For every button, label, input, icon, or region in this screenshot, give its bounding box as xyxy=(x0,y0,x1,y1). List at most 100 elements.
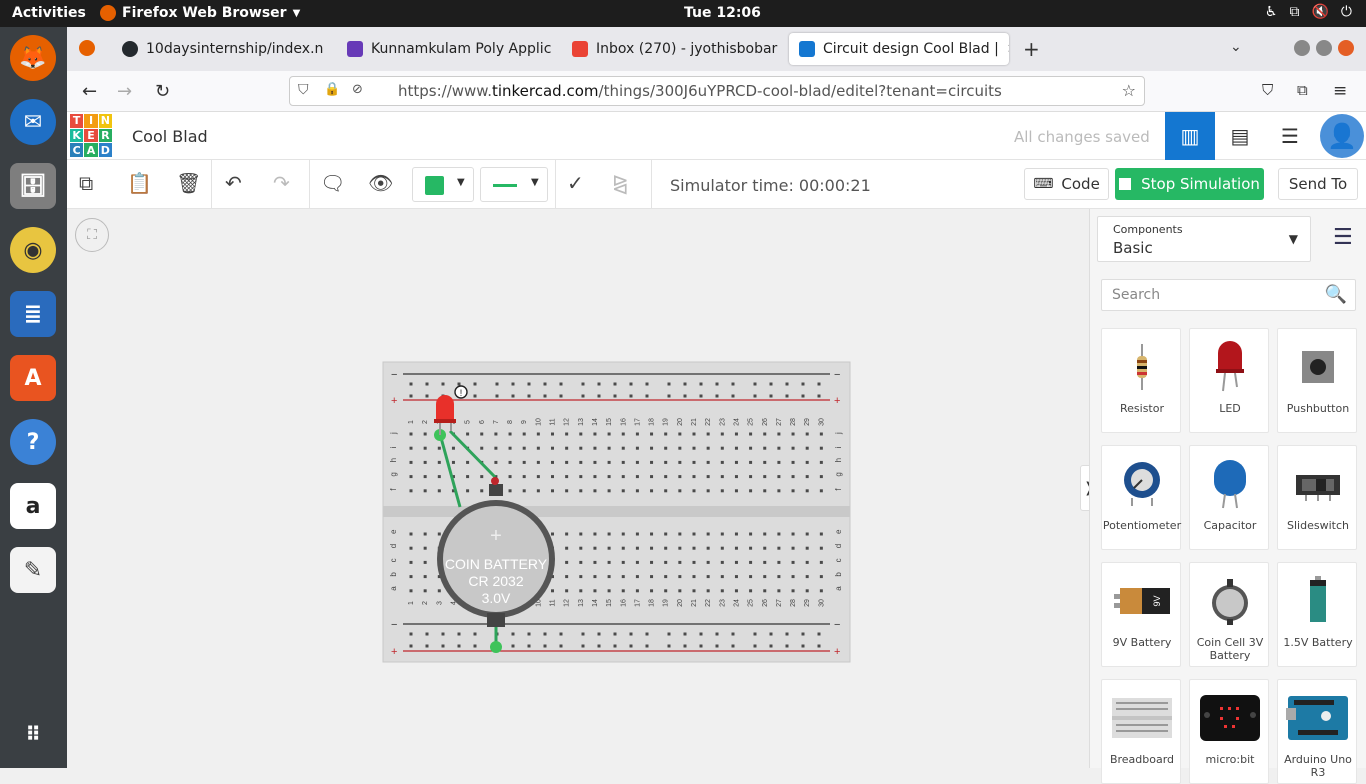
pocket-icon[interactable]: ⛉ xyxy=(1262,81,1273,99)
firefox-view-icon[interactable] xyxy=(79,40,95,56)
rail-hole xyxy=(559,382,563,386)
writer-dock-icon[interactable]: ≣ xyxy=(10,291,56,337)
duplicate-icon[interactable]: ⧉ xyxy=(79,171,93,195)
power-icon[interactable]: ⏻ xyxy=(1341,4,1352,20)
component-list-button[interactable]: ☰ xyxy=(1265,112,1315,160)
component-card[interactable]: LED xyxy=(1189,328,1269,433)
wire-type-picker[interactable]: ▼ xyxy=(480,167,548,202)
send-to-button[interactable]: Send To xyxy=(1278,168,1358,200)
breadboard-hole xyxy=(437,475,441,479)
tab-gmail[interactable]: Inbox (270) - jyothisbobar ✕ xyxy=(562,33,782,65)
new-tab-button[interactable]: + xyxy=(1023,37,1040,61)
project-name[interactable]: Cool Blad xyxy=(132,127,208,146)
component-card[interactable]: Potentiometer xyxy=(1101,445,1181,550)
back-button[interactable]: ← xyxy=(82,81,97,102)
workplane-canvas[interactable]: ⛶ −−++−−++112233445566778899101011111212… xyxy=(67,209,1089,768)
components-dropdown[interactable]: Components Basic ▼ xyxy=(1097,216,1311,262)
pushbutton-icon xyxy=(1278,337,1358,397)
undo-icon[interactable]: ↶ xyxy=(225,171,242,195)
circuit-view-button[interactable]: ▥ xyxy=(1165,112,1215,160)
delete-icon[interactable]: 🗑 xyxy=(176,171,201,195)
tinkercad-header: T I N K E R C A D Cool Blad All changes … xyxy=(67,112,1366,160)
schematic-view-button[interactable]: ▤ xyxy=(1215,112,1265,160)
reload-button[interactable]: ↻ xyxy=(155,81,170,102)
rail-hole xyxy=(409,394,413,398)
component-card[interactable]: 1.5V Battery xyxy=(1277,562,1357,667)
notes-visibility-icon[interactable]: 👁 xyxy=(368,171,393,195)
rail-hole xyxy=(581,644,585,648)
app-menu[interactable]: Firefox Web Browser ▼ xyxy=(100,5,300,21)
stop-simulation-button[interactable]: Stop Simulation xyxy=(1115,168,1264,200)
component-card[interactable]: 9V 9V Battery xyxy=(1101,562,1181,667)
rhythmbox-dock-icon[interactable]: ◉ xyxy=(10,227,56,273)
help-dock-icon[interactable]: ? xyxy=(10,419,56,465)
list-view-icon[interactable]: ☰ xyxy=(1333,225,1353,250)
rotate-icon[interactable]: ✓ xyxy=(567,171,584,195)
wire-endpoint xyxy=(490,641,502,653)
code-button[interactable]: ⌨ Code xyxy=(1024,168,1109,200)
redo-icon[interactable]: ↷ xyxy=(273,171,290,195)
thunderbird-dock-icon[interactable]: ✉ xyxy=(10,99,56,145)
component-card[interactable]: micro:bit xyxy=(1189,679,1269,784)
component-card[interactable]: Breadboard xyxy=(1101,679,1181,784)
activities-button[interactable]: Activities xyxy=(12,5,86,21)
accessibility-icon[interactable]: ♿ xyxy=(1265,4,1278,20)
window-close-button[interactable] xyxy=(1338,40,1354,56)
search-input[interactable]: Search 🔍 xyxy=(1101,279,1356,311)
files-dock-icon[interactable]: 🗄 xyxy=(10,163,56,209)
tab-list-button[interactable]: ⌄ xyxy=(1230,39,1242,55)
show-apps-icon[interactable]: ⠿ xyxy=(10,711,56,757)
breadboard-hole xyxy=(819,460,823,464)
component-card[interactable]: Capacitor xyxy=(1189,445,1269,550)
close-icon[interactable]: ✕ xyxy=(1007,42,1009,57)
breadboard-hole xyxy=(650,546,654,550)
user-avatar[interactable]: 👤 xyxy=(1317,112,1366,160)
breadboard-hole xyxy=(749,575,753,579)
component-card[interactable]: Arduino Uno R3 xyxy=(1277,679,1357,784)
component-card[interactable]: Slideswitch xyxy=(1277,445,1357,550)
component-card[interactable]: Pushbutton xyxy=(1277,328,1357,433)
gmail-icon xyxy=(572,41,588,57)
component-card[interactable]: Resistor xyxy=(1101,328,1181,433)
minimize-button[interactable] xyxy=(1294,40,1310,56)
window-controls xyxy=(1294,40,1354,56)
tab-kunnamkulam[interactable]: Kunnamkulam Poly Applic ✕ xyxy=(337,33,557,65)
permissions-icon[interactable]: ⊘ xyxy=(352,82,363,97)
system-tray[interactable]: ♿ ⧉ 🔇 ⏻ xyxy=(1265,4,1352,20)
code-label: Code xyxy=(1061,175,1100,193)
tab-github[interactable]: 10daysinternship/index.n ✕ xyxy=(112,33,332,65)
paste-icon[interactable]: 📋 xyxy=(127,171,152,195)
flip-icon[interactable]: ⧎ xyxy=(612,171,629,195)
software-dock-icon[interactable]: A xyxy=(10,355,56,401)
component-card[interactable]: Coin Cell 3V Battery xyxy=(1189,562,1269,667)
tinkercad-logo[interactable]: T I N K E R C A D xyxy=(70,114,112,157)
rail-hole xyxy=(715,382,719,386)
maximize-button[interactable] xyxy=(1316,40,1332,56)
circuit-diagram[interactable]: −−++−−++11223344556677889910101111121213… xyxy=(67,209,1089,768)
shield-icon[interactable]: ⛉ xyxy=(298,82,309,98)
amazon-dock-icon[interactable]: a xyxy=(10,483,56,529)
breadboard-hole xyxy=(522,489,526,493)
url-bar[interactable]: ⛉ 🔒 ⊘ https://www.tinkercad.com/things/3… xyxy=(289,76,1145,106)
row-letter: a xyxy=(389,586,398,591)
color-picker[interactable]: ▼ xyxy=(412,167,474,202)
lock-icon[interactable]: 🔒 xyxy=(324,82,340,97)
text-editor-dock-icon[interactable]: ✎ xyxy=(10,547,56,593)
menu-icon[interactable]: ≡ xyxy=(1333,81,1347,101)
tab-tinkercad[interactable]: Circuit design Cool Blad | ✕ xyxy=(789,33,1009,65)
extensions-icon[interactable]: ⧉ xyxy=(1297,81,1308,99)
notes-icon[interactable]: 🗨 xyxy=(320,171,345,195)
bookmark-star-icon[interactable]: ☆ xyxy=(1122,81,1136,100)
breadboard-hole xyxy=(508,475,512,479)
rail-hole xyxy=(527,394,531,398)
network-icon[interactable]: ⧉ xyxy=(1289,4,1299,20)
firefox-dock-icon[interactable]: 🦊 xyxy=(10,35,56,81)
volume-icon[interactable]: 🔇 xyxy=(1311,4,1328,20)
breadboard-hole xyxy=(791,532,795,536)
clock[interactable]: Tue 12:06 xyxy=(684,5,761,21)
forward-button[interactable]: → xyxy=(117,81,132,102)
rail-hole xyxy=(753,394,757,398)
close-icon[interactable]: ✕ xyxy=(331,42,332,57)
breadboard-hole xyxy=(805,446,809,450)
breadboard-hole xyxy=(777,475,781,479)
